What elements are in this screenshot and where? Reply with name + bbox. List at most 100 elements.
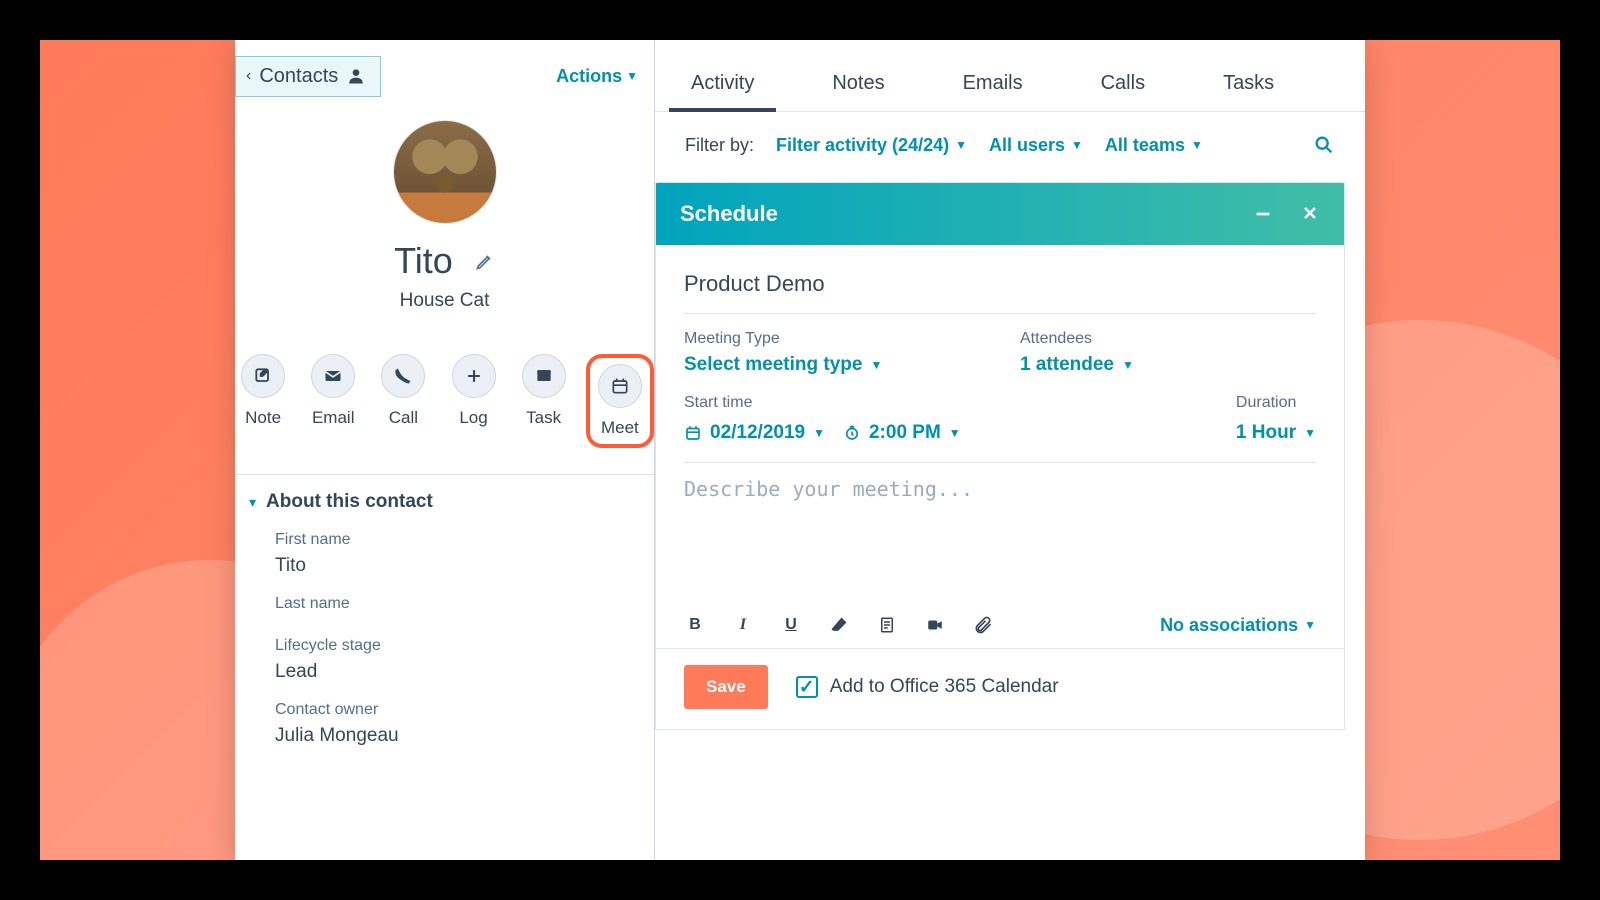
left-pane: ‹ Contacts Actions ▼ Tito — [235, 40, 655, 860]
field-label: Last name — [275, 595, 634, 613]
about-section: ▾ About this contact First name Tito Las… — [235, 475, 654, 755]
field-last-name[interactable]: Last name — [249, 577, 634, 613]
associations-label: No associations — [1160, 615, 1298, 636]
about-heading: About this contact — [266, 491, 433, 513]
envelope-icon — [323, 366, 343, 386]
meeting-title-input[interactable] — [684, 265, 1316, 314]
qa-label: Log — [459, 408, 487, 428]
field-owner[interactable]: Contact owner Julia Mongeau — [249, 683, 634, 747]
save-button[interactable]: Save — [684, 665, 768, 709]
person-icon — [346, 66, 366, 86]
left-header: ‹ Contacts Actions ▼ — [235, 40, 654, 112]
back-label: Contacts — [259, 65, 338, 88]
filter-activity-dropdown[interactable]: Filter activity (24/24) ▼ — [776, 135, 967, 156]
start-date-picker[interactable]: 02/12/2019 ▼ — [684, 422, 825, 444]
search-icon[interactable] — [1313, 134, 1335, 156]
back-to-contacts-button[interactable]: ‹ Contacts — [235, 56, 381, 97]
schedule-panel-title: Schedule — [680, 201, 778, 227]
eraser-icon[interactable] — [828, 614, 850, 636]
about-toggle[interactable]: ▾ About this contact — [249, 491, 634, 513]
filter-bar: Filter by: Filter activity (24/24) ▼ All… — [655, 112, 1365, 174]
pencil-icon[interactable] — [475, 251, 495, 271]
schedule-panel-header: Schedule — [656, 183, 1344, 245]
qa-label: Note — [245, 408, 281, 428]
video-icon[interactable] — [924, 614, 946, 636]
bold-icon[interactable]: B — [684, 614, 706, 636]
start-date-value: 02/12/2019 — [710, 422, 805, 444]
duration-label: Duration — [1236, 394, 1316, 412]
field-label: Contact owner — [275, 701, 634, 719]
call-button[interactable] — [381, 354, 425, 398]
window-icon — [534, 366, 554, 386]
document-icon[interactable] — [876, 614, 898, 636]
app-window: ‹ Contacts Actions ▼ Tito — [235, 40, 1365, 860]
right-pane: Activity Notes Emails Calls Tasks Filter… — [655, 40, 1365, 860]
clock-icon — [843, 424, 861, 442]
filter-users-label: All users — [989, 135, 1065, 156]
caret-down-icon: ▼ — [813, 426, 825, 440]
contact-subtitle: House Cat — [400, 290, 490, 312]
log-button[interactable] — [452, 354, 496, 398]
field-first-name[interactable]: First name Tito — [249, 513, 634, 577]
note-button[interactable] — [241, 354, 285, 398]
tab-emails[interactable]: Emails — [953, 72, 1033, 111]
start-time-picker[interactable]: 2:00 PM ▼ — [843, 422, 961, 444]
tab-notes[interactable]: Notes — [822, 72, 894, 111]
minimize-icon[interactable] — [1252, 203, 1274, 225]
attendees-value: 1 attendee — [1020, 354, 1114, 376]
plus-icon — [464, 366, 484, 386]
qa-label: Meet — [601, 418, 639, 438]
qa-log: Log — [445, 354, 501, 448]
chevron-down-icon: ▾ — [249, 494, 256, 511]
filter-users-dropdown[interactable]: All users ▼ — [989, 135, 1083, 156]
qa-call: Call — [375, 354, 431, 448]
caret-down-icon: ▼ — [955, 138, 967, 152]
qa-email: Email — [305, 354, 361, 448]
field-value: Tito — [275, 555, 634, 577]
attachment-icon[interactable] — [972, 614, 994, 636]
filter-by-label: Filter by: — [685, 135, 754, 156]
add-to-calendar-checkbox[interactable]: ✓ Add to Office 365 Calendar — [796, 676, 1059, 698]
associations-dropdown[interactable]: No associations ▼ — [1160, 615, 1316, 636]
close-icon[interactable] — [1300, 203, 1320, 225]
qa-label: Email — [312, 408, 355, 428]
caret-down-icon: ▼ — [949, 426, 961, 440]
meet-button[interactable] — [598, 364, 642, 408]
qa-label: Task — [526, 408, 561, 428]
caret-down-icon: ▼ — [870, 358, 882, 372]
meeting-description-input[interactable] — [684, 477, 1316, 597]
underline-icon[interactable]: U — [780, 614, 802, 636]
actions-dropdown[interactable]: Actions ▼ — [556, 66, 638, 87]
avatar[interactable] — [393, 120, 497, 224]
email-button[interactable] — [311, 354, 355, 398]
phone-icon — [393, 366, 413, 386]
attendees-label: Attendees — [1020, 330, 1316, 348]
filter-teams-dropdown[interactable]: All teams ▼ — [1105, 135, 1203, 156]
field-label: First name — [275, 531, 634, 549]
caret-down-icon: ▼ — [1191, 138, 1203, 152]
meeting-type-dropdown[interactable]: Select meeting type ▼ — [684, 354, 882, 376]
task-button[interactable] — [522, 354, 566, 398]
calendar-checkbox-label: Add to Office 365 Calendar — [830, 676, 1059, 698]
filter-teams-label: All teams — [1105, 135, 1185, 156]
schedule-footer: Save ✓ Add to Office 365 Calendar — [656, 648, 1344, 729]
attendees-dropdown[interactable]: 1 attendee ▼ — [1020, 354, 1134, 376]
filter-activity-label: Filter activity (24/24) — [776, 135, 949, 156]
tab-activity[interactable]: Activity — [681, 72, 764, 111]
field-lifecycle[interactable]: Lifecycle stage Lead — [249, 619, 634, 683]
schedule-panel-body: Meeting Type Select meeting type ▼ Atten… — [656, 245, 1344, 602]
italic-icon[interactable]: I — [732, 614, 754, 636]
caret-down-icon: ▼ — [1071, 138, 1083, 152]
chevron-left-icon: ‹ — [246, 67, 251, 85]
tabs: Activity Notes Emails Calls Tasks — [655, 40, 1365, 112]
tab-tasks[interactable]: Tasks — [1213, 72, 1284, 111]
compose-icon — [253, 366, 273, 386]
contact-profile: Tito House Cat — [235, 112, 654, 334]
duration-dropdown[interactable]: 1 Hour ▼ — [1236, 422, 1316, 444]
caret-down-icon: ▼ — [1122, 358, 1134, 372]
tab-calls[interactable]: Calls — [1091, 72, 1155, 111]
meeting-type-value: Select meeting type — [684, 354, 862, 376]
field-value: Lead — [275, 661, 634, 683]
start-time-value: 2:00 PM — [869, 422, 941, 444]
qa-meet-highlighted: Meet — [586, 354, 654, 448]
